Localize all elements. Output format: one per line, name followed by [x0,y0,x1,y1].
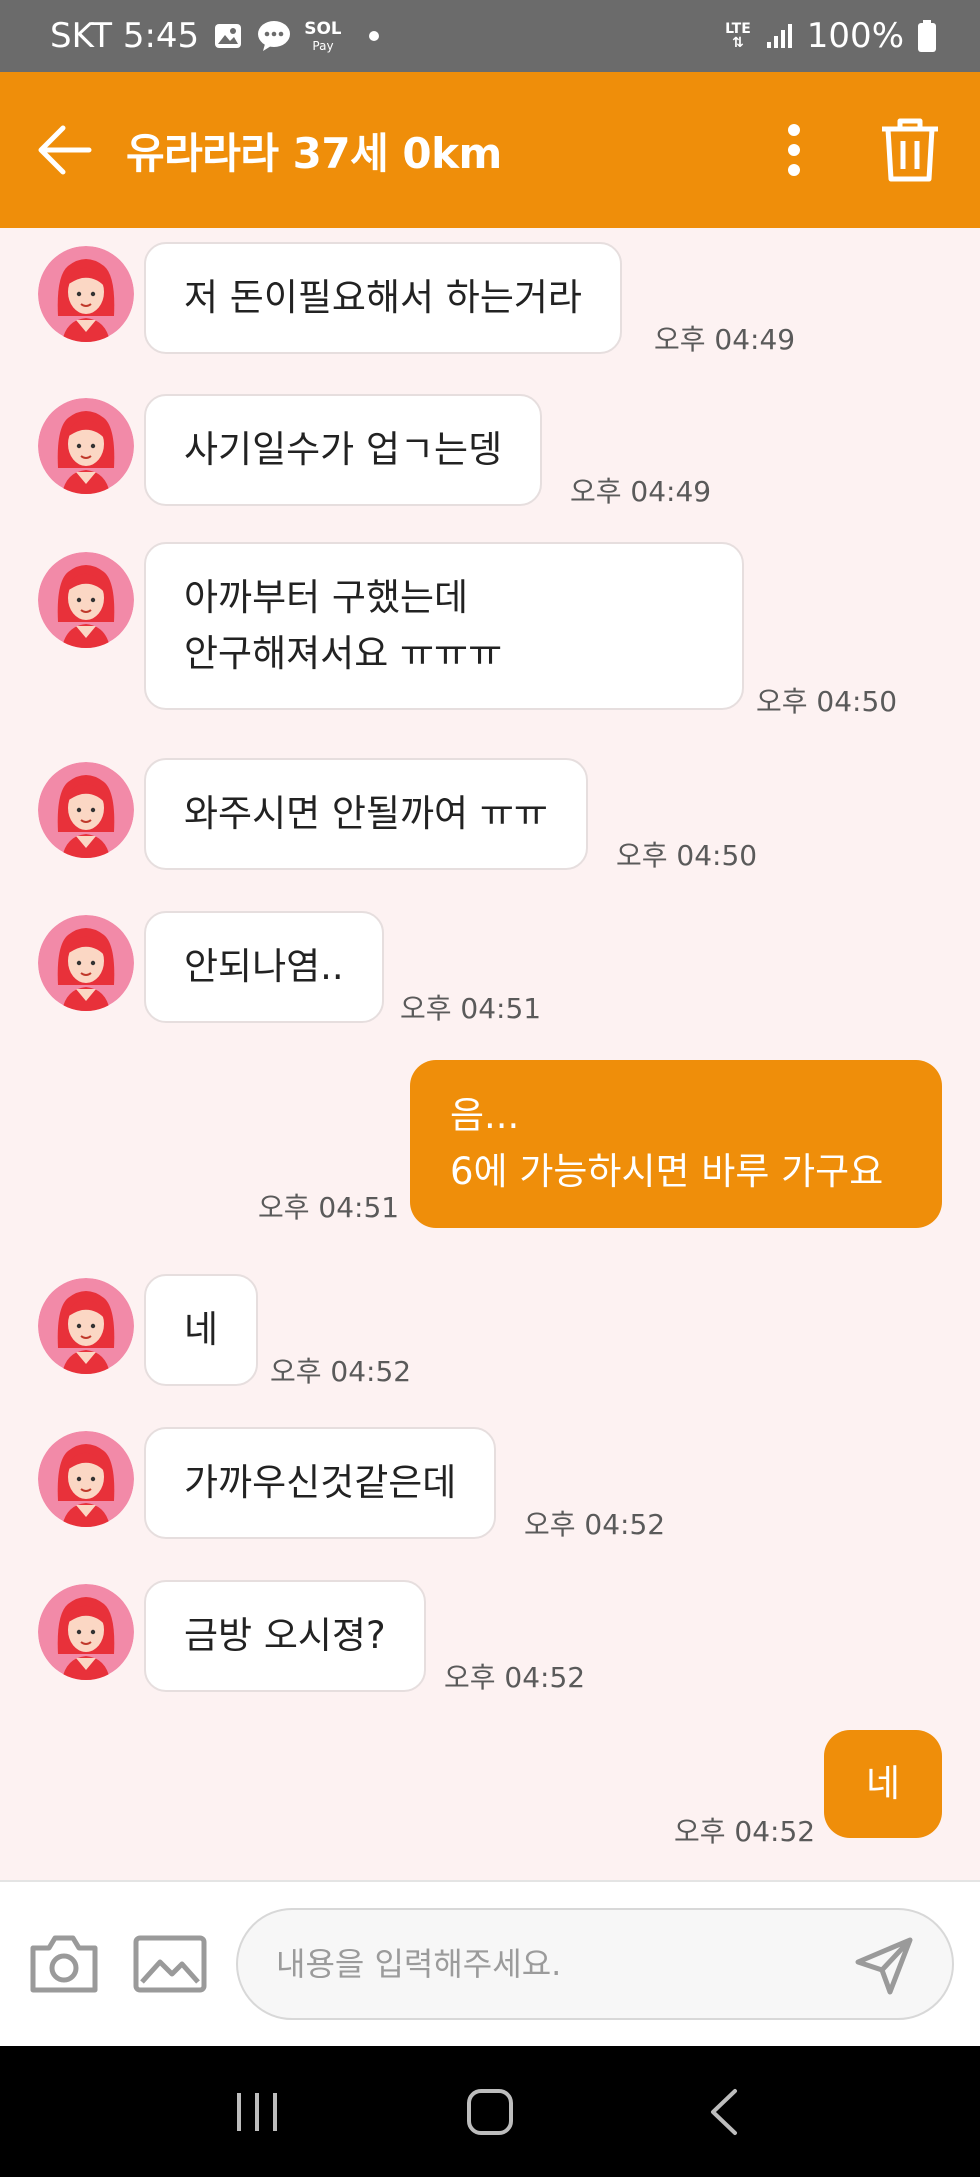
message-line: 아까부터 구했는데 [184,576,469,619]
chat-notification-icon [257,20,291,52]
notification-dot [369,31,380,41]
signal-icon [765,22,793,50]
message-row-incoming: 네 오후 04:52 [0,1268,980,1388]
message-time: 오후 04:52 [270,1355,412,1388]
avatar[interactable] [38,1431,134,1527]
message-time: 오후 04:50 [756,685,898,718]
chat-message-list[interactable]: 저 돈이필요해서 하는거라 오후 04:49 사기일수가 업ㄱ는뎅 오후 04:… [0,228,980,1880]
battery-icon [918,20,936,52]
chat-header: 유라라라 37세 0km [0,72,980,228]
message-bubble[interactable]: 안되나염.. [144,911,384,1023]
chat-title: 유라라라 37세 0km [126,128,502,178]
avatar[interactable] [38,1584,134,1680]
camera-icon [30,1935,98,1993]
message-row-incoming: 저 돈이필요해서 하는거라 오후 04:49 [0,236,980,356]
message-bubble[interactable]: 사기일수가 업ㄱ는뎅 [144,394,543,506]
message-bubble[interactable]: 네 [144,1274,259,1386]
message-bubble[interactable]: 와주시면 안될까여 ㅠㅠ [144,758,588,870]
battery-percent: 100% [806,16,904,56]
message-time: 오후 04:52 [524,1508,666,1541]
message-time: 오후 04:51 [400,992,542,1025]
message-time: 오후 04:49 [654,323,796,356]
avatar[interactable] [38,552,134,648]
svg-text:SOL: SOL [305,19,341,39]
message-row-incoming: 사기일수가 업ㄱ는뎅 오후 04:49 [0,388,980,508]
avatar[interactable] [38,915,134,1011]
trash-icon [882,118,938,182]
system-back-button[interactable] [678,2067,768,2157]
message-row-incoming: 금방 오시졍? 오후 04:52 [0,1574,980,1694]
delete-chat-button[interactable] [870,110,950,190]
home-icon [466,2088,513,2135]
home-button[interactable] [445,2067,535,2157]
more-vertical-icon [788,124,800,176]
avatar[interactable] [38,762,134,858]
gallery-notification-icon [213,21,243,51]
camera-button[interactable] [26,1926,102,2002]
more-options-button[interactable] [764,110,824,190]
message-line: 6에 가능하시면 바루 가구요 [450,1150,884,1193]
message-time: 오후 04:49 [570,475,712,508]
recent-apps-icon [236,2092,277,2131]
send-icon [855,1937,913,1995]
message-bubble-outgoing[interactable]: 네 [823,1730,942,1838]
avatar[interactable] [38,1278,134,1374]
message-bubble[interactable]: 아까부터 구했는데 안구해져서요 ㅠㅠㅠ [144,542,744,710]
message-bubble[interactable]: 저 돈이필요해서 하는거라 [144,242,622,354]
message-time: 오후 04:52 [444,1661,586,1694]
avatar[interactable] [38,398,134,494]
back-button[interactable] [30,115,100,185]
message-composer [0,1880,980,2046]
recent-apps-button[interactable] [212,2067,302,2157]
status-carrier-time: SKT 5:45 [50,16,200,56]
message-bubble[interactable]: 금방 오시졍? [144,1580,426,1692]
sol-pay-icon: SOL Pay [305,16,341,56]
gallery-button[interactable] [130,1926,210,2002]
image-icon [133,1935,207,1993]
message-row-incoming: 와주시면 안될까여 ㅠㅠ 오후 04:50 [0,752,980,872]
message-bubble[interactable]: 가까우신것같은데 [144,1427,497,1539]
message-time: 오후 04:51 [258,1191,400,1224]
message-line: 안구해져서요 ㅠㅠㅠ [184,632,503,675]
lte-indicator: LTE ⇅ [725,21,751,51]
message-line: 음... [450,1094,520,1137]
message-bubble-outgoing[interactable]: 음... 6에 가능하시면 바루 가구요 [410,1060,942,1228]
svg-text:Pay: Pay [313,39,334,53]
status-bar: SKT 5:45 SOL Pay LTE ⇅ 100% [0,0,980,72]
message-row-outgoing: 네 오후 04:52 [0,1730,980,1850]
message-time: 오후 04:50 [616,839,758,872]
chevron-left-icon [711,2088,738,2135]
message-time: 오후 04:52 [674,1815,816,1848]
message-row-incoming: 안되나염.. 오후 04:51 [0,905,980,1025]
send-button[interactable] [846,1928,922,2004]
message-row-incoming: 아까부터 구했는데 안구해져서요 ㅠㅠㅠ 오후 04:50 [0,542,980,722]
system-navigation-bar [0,2046,980,2177]
message-row-incoming: 가까우신것같은데 오후 04:52 [0,1421,980,1541]
avatar[interactable] [38,246,134,342]
arrow-left-icon [38,125,92,175]
message-row-outgoing: 음... 6에 가능하시면 바루 가구요 오후 04:51 [0,1060,980,1236]
